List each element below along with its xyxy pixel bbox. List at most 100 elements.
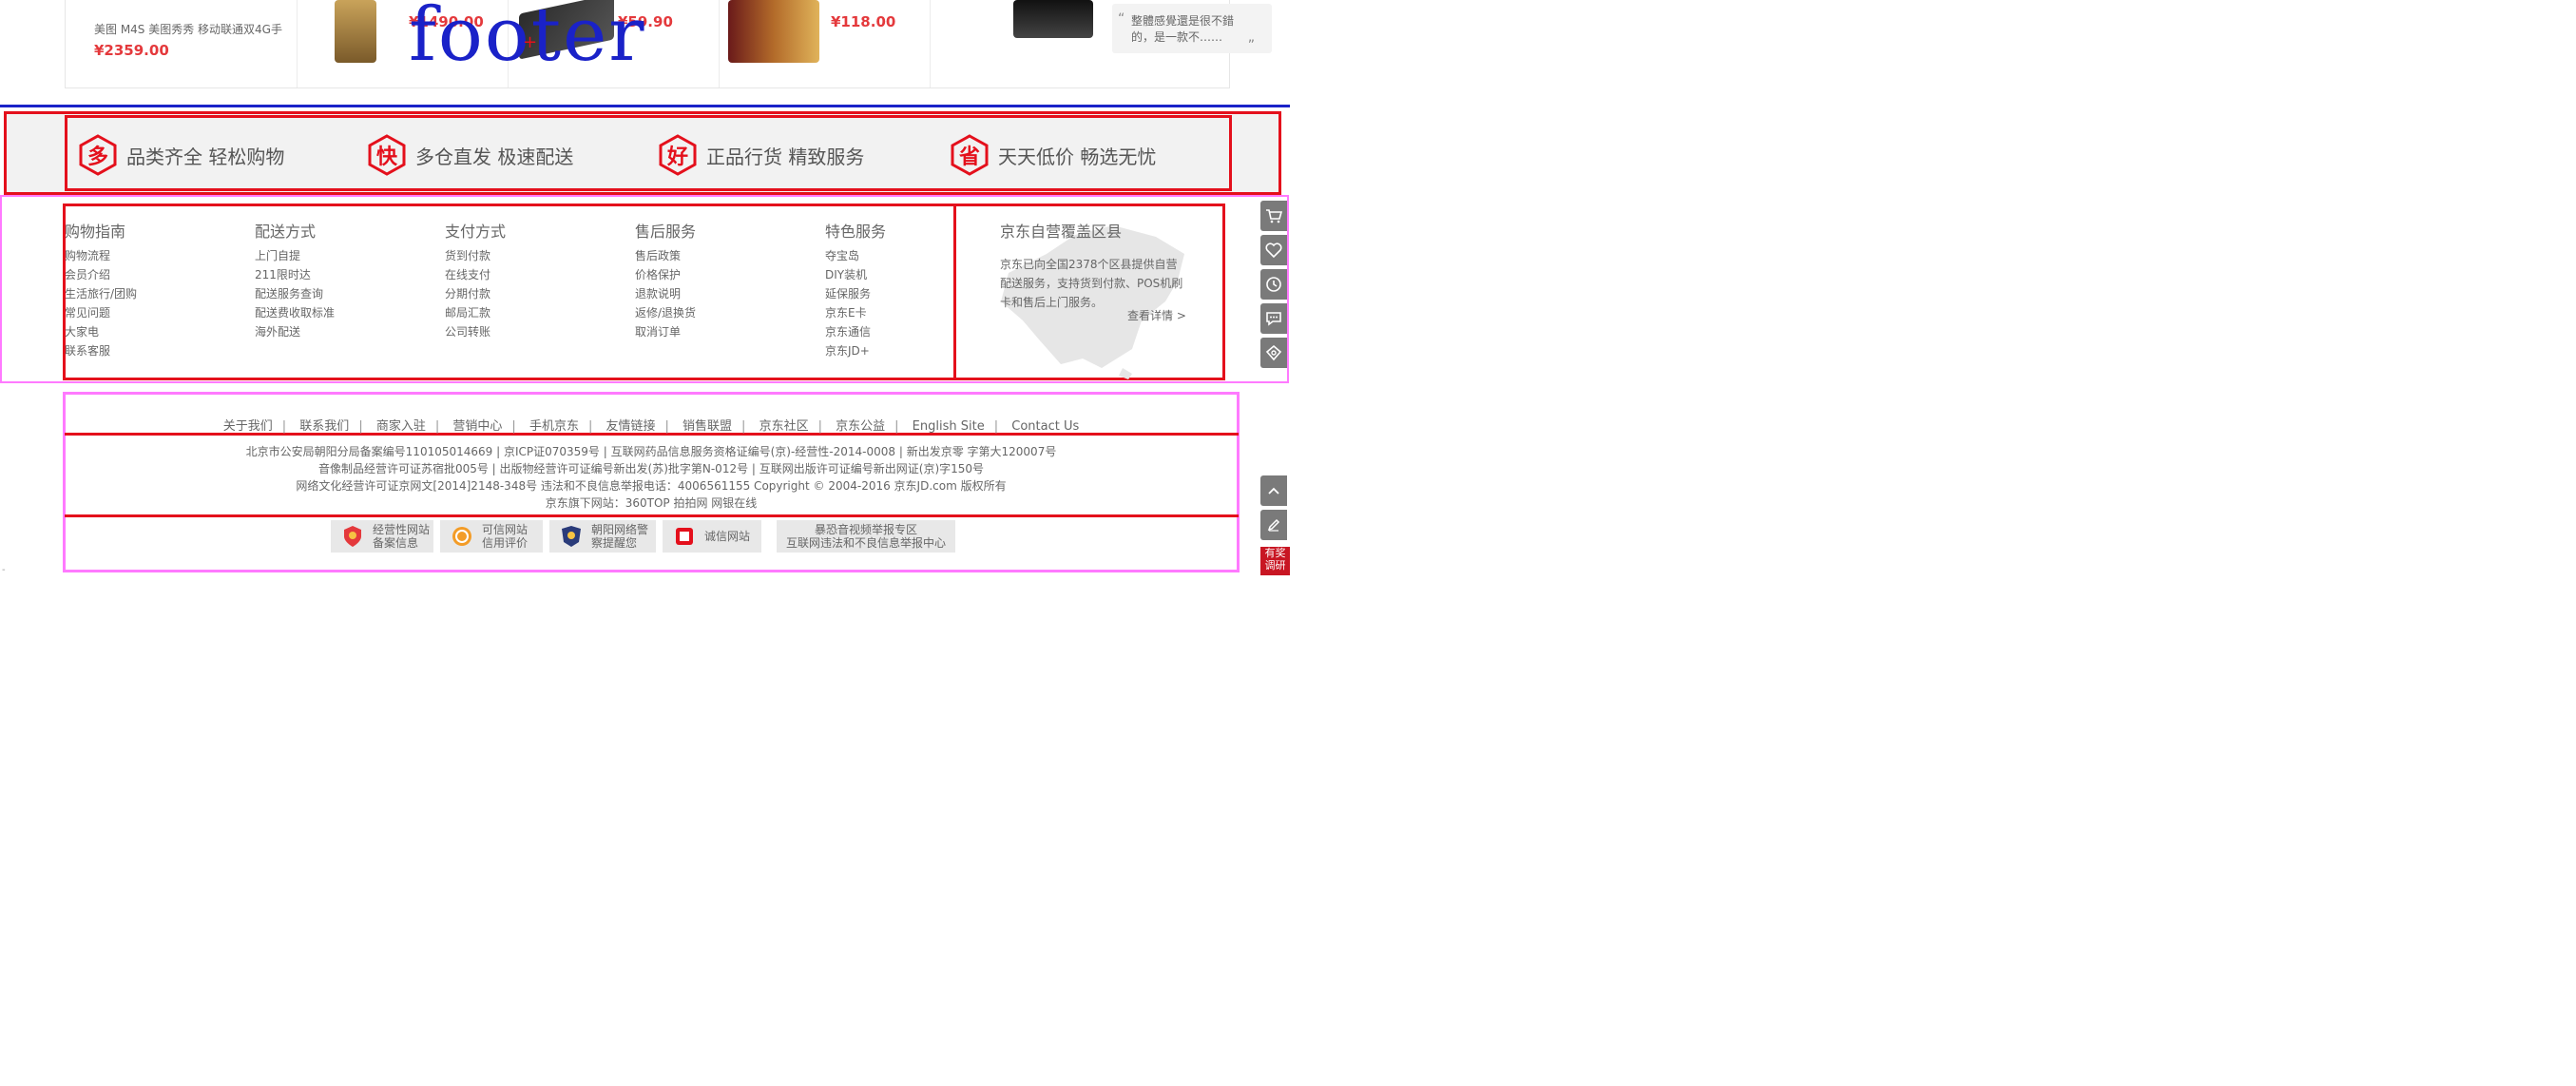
help-link[interactable]: 211限时达 [255,266,311,282]
back-to-top-button[interactable] [1260,475,1287,506]
trust-badge[interactable]: 暴恐音视频举报专区 互联网违法和不良信息举报中心 [777,520,955,553]
product-price: ¥2359.00 [94,42,169,59]
badge-label: 诚信网站 [704,530,751,543]
help-link[interactable]: 常见问题 [65,304,110,320]
help-link[interactable]: 购物流程 [65,247,110,263]
help-link[interactable]: 返修/退换货 [635,304,696,320]
toolbar-history-button[interactable] [1260,269,1287,300]
divider [65,514,1239,517]
seal-icon [450,524,474,549]
footer-link[interactable]: 销售联盟 [682,419,732,434]
badge-label: 可信网站 [482,523,529,536]
footer-link[interactable]: Contact Us [1011,419,1079,434]
help-column-title: 售后服务 [635,223,697,241]
help-column-title: 特色服务 [825,223,887,241]
service-text: 多仓直发 极速配送 [415,145,574,168]
help-link[interactable]: 售后政策 [635,247,681,263]
help-link[interactable]: 生活旅行/团购 [65,285,137,301]
service-text: 品类齐全 轻松购物 [126,145,285,168]
service-item: 快 多仓直发 极速配送 [368,133,573,177]
help-link[interactable]: 京东JD+ [825,342,870,359]
help-link[interactable]: 联系客服 [65,342,110,359]
cart-icon [1266,209,1282,223]
cursor-crosshair-icon: + [523,32,538,52]
product-card[interactable]: 美图 M4S 美图秀秀 移动联通双4G手 ¥2359.00 [66,0,298,87]
help-link[interactable]: 海外配送 [255,323,300,339]
help-link[interactable]: 延保服务 [825,285,871,301]
product-image[interactable] [335,0,376,63]
help-link[interactable]: 京东通信 [825,323,871,339]
footer-link[interactable]: 友情链接 [606,419,655,434]
help-center [63,204,956,380]
footer-link[interactable]: 营销中心 [452,419,502,434]
help-column-title: 支付方式 [445,223,507,241]
hexagon-badge-icon: 多 [79,134,117,176]
service-item: 多 品类齐全 轻松购物 [79,133,284,177]
footer-link[interactable]: 联系我们 [299,419,349,434]
toolbar-favorite-button[interactable] [1260,235,1287,265]
help-link[interactable]: 配送费收取标准 [255,304,335,320]
service-item: 省 天天低价 畅选无忧 [951,133,1156,177]
copyright-line: 北京市公安局朝阳分局备案编号110105014669 | 京ICP证070359… [245,445,1057,458]
trust-badge[interactable]: 诚信网站 [663,520,761,553]
guide-line [0,105,1290,107]
badge-label: 察提醒您 [591,536,638,550]
footer-link[interactable]: 手机京东 [529,419,579,434]
copyright-line: 网络文化经营许可证京网文[2014]2148-348号 违法和不良信息举报电话：… [296,479,1007,493]
badge-label: 互联网违法和不良信息举报中心 [785,536,946,550]
badge-label: 朝阳网络警 [591,523,649,536]
product-image[interactable] [1013,0,1093,38]
survey-ad-button[interactable]: 有奖调研 [1260,547,1290,575]
help-link[interactable]: 大家电 [65,323,99,339]
service-item: 好 正品行货 精致服务 [659,133,864,177]
edit-button[interactable] [1260,510,1287,540]
product-card[interactable]: ¥118.00 [719,0,931,87]
help-link[interactable]: DIY装机 [825,266,867,282]
help-link[interactable]: 京东E卡 [825,304,867,320]
service-text: 正品行货 精致服务 [706,145,865,168]
product-card[interactable]: “ 整體感覺還是很不錯的，是一款不…… ” [930,0,1272,87]
help-link[interactable]: 取消订单 [635,323,681,339]
trust-badge[interactable]: 朝阳网络警 察提醒您 [549,520,656,553]
help-link[interactable]: 在线支付 [445,266,490,282]
coverage-title: 京东自营覆盖区县 [1000,223,1123,241]
message-icon [1266,312,1281,326]
product-image[interactable] [728,0,819,63]
footer-link[interactable]: 关于我们 [223,419,273,434]
badge-label: 信用评价 [482,536,529,550]
help-link[interactable]: 价格保护 [635,266,681,282]
police-badge-icon [559,524,584,549]
footer-link[interactable]: 京东社区 [759,419,809,434]
footer-link[interactable]: 京东公益 [836,419,885,434]
product-recommend-strip: 美图 M4S 美图秀秀 移动联通双4G手 ¥2359.00 ¥1490.00 ¥… [65,0,1272,88]
help-link[interactable]: 会员介绍 [65,266,110,282]
hexagon-badge-icon: 快 [368,134,406,176]
help-link[interactable]: 上门自提 [255,247,300,263]
service-text: 天天低价 畅选无忧 [998,145,1157,168]
hexagon-badge-icon: 好 [659,134,697,176]
coverage-detail-link[interactable]: 查看详情 > [1127,307,1186,323]
feedback-icon [1265,344,1282,361]
footer-link[interactable]: English Site [913,419,985,434]
badge-label: 备案信息 [373,536,419,550]
clock-icon [1266,277,1281,292]
help-link[interactable]: 邮局汇款 [445,304,490,320]
help-link[interactable]: 配送服务查询 [255,285,323,301]
stray-mark: - [2,565,6,575]
trust-badge[interactable]: 经营性网站 备案信息 [331,520,433,553]
toolbar-feedback-button[interactable] [1260,338,1287,368]
toolbar-cart-button[interactable] [1260,201,1287,231]
footer-links: 关于我们 | 联系我们 | 商家入驻 | 营销中心 | 手机京东 | 友情链接 | 销售联盟… [222,419,1080,434]
product-name[interactable]: 美图 M4S 美图秀秀 移动联通双4G手 [94,21,282,37]
help-link[interactable]: 夺宝岛 [825,247,859,263]
copyright-line: 京东旗下网站：360TOP 拍拍网 网银在线 [545,496,758,510]
trust-badge[interactable]: 可信网站 信用评价 [440,520,543,553]
help-column-title: 购物指南 [65,223,126,241]
toolbar-message-button[interactable] [1260,303,1287,334]
footer-link[interactable]: 商家入驻 [376,419,426,434]
chevron-up-icon [1268,487,1279,495]
help-link[interactable]: 退款说明 [635,285,681,301]
help-link[interactable]: 分期付款 [445,285,490,301]
help-link[interactable]: 货到付款 [445,247,490,263]
help-link[interactable]: 公司转账 [445,323,490,339]
